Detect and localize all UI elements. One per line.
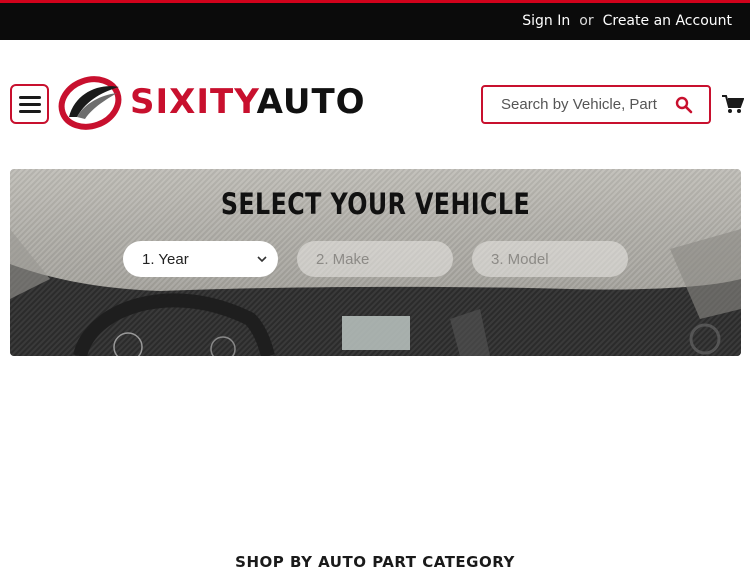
chevron-down-icon xyxy=(257,256,267,263)
search-box xyxy=(481,85,711,124)
model-select-value: 3. Model xyxy=(491,250,549,268)
model-select[interactable]: 3. Model xyxy=(472,241,628,277)
cart-icon[interactable] xyxy=(722,94,744,114)
menu-button[interactable] xyxy=(10,84,49,124)
sign-in-link[interactable]: Sign In xyxy=(522,13,570,29)
search-input[interactable] xyxy=(501,96,676,113)
search-icon[interactable] xyxy=(675,96,693,114)
category-heading: SHOP BY AUTO PART CATEGORY xyxy=(235,553,515,571)
vehicle-selector-title: SELECT YOUR VEHICLE xyxy=(220,187,531,221)
account-links: Sign In or Create an Account xyxy=(522,13,732,29)
create-account-link[interactable]: Create an Account xyxy=(603,13,732,29)
site-logo[interactable]: SIXITYAUTO xyxy=(57,72,366,132)
top-bar: Sign In or Create an Account xyxy=(0,0,750,40)
vehicle-selector-banner: SELECT YOUR VEHICLE 1. Year 2. Make 3. M… xyxy=(10,169,741,356)
year-select[interactable]: 1. Year xyxy=(123,241,278,277)
make-select-value: 2. Make xyxy=(316,250,370,268)
hamburger-icon-line xyxy=(18,102,41,106)
hamburger-icon-line xyxy=(18,109,41,113)
logo-swoosh-icon xyxy=(58,76,122,130)
or-separator: or xyxy=(579,13,594,29)
make-select[interactable]: 2. Make xyxy=(297,241,453,277)
hamburger-icon-line xyxy=(18,95,41,99)
year-select-value: 1. Year xyxy=(142,250,189,268)
logo-text: SIXITYAUTO xyxy=(130,82,366,122)
